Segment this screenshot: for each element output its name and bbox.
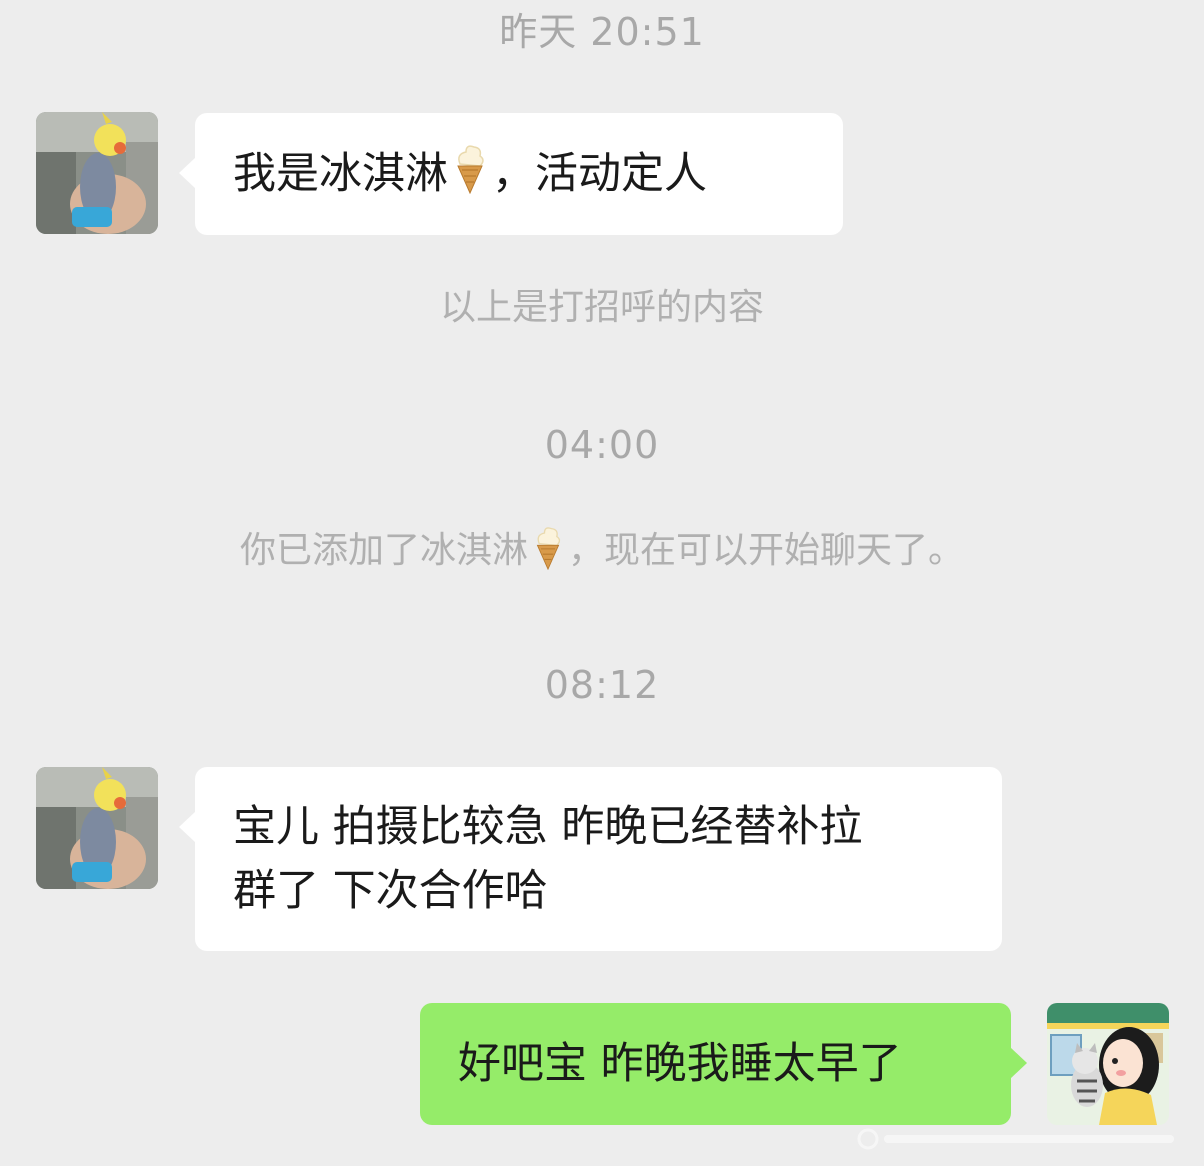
- bird-photo-icon: [36, 112, 158, 234]
- chat-view: 昨天 20:51 我是冰淇淋 ，活动定人 以上是打招呼的内容 04:00 你已添…: [0, 0, 1204, 1166]
- contact-avatar[interactable]: [36, 112, 158, 234]
- system-note-text: 你已添加了冰淇淋: [239, 530, 528, 571]
- message-text: 我是冰淇淋: [233, 149, 448, 199]
- message-line: 宝儿 拍摄比较急 昨晚已经替补拉: [233, 802, 863, 852]
- self-avatar[interactable]: [1047, 1003, 1169, 1125]
- ice-cream-cone-icon: [452, 144, 488, 212]
- cartoon-girl-with-cat-icon: [1047, 1003, 1169, 1125]
- friend-added-system-note: 你已添加了冰淇淋 ，现在可以开始聊天了。: [0, 526, 1204, 581]
- timestamp: 昨天 20:51: [499, 10, 705, 54]
- incoming-message-bubble[interactable]: 我是冰淇淋 ，活动定人: [179, 113, 843, 235]
- watermark-logo-icon: [857, 1128, 1174, 1150]
- timestamp: 08:12: [544, 663, 660, 707]
- outgoing-message-bubble[interactable]: 好吧宝 昨晚我睡太早了: [420, 1003, 1027, 1125]
- greeting-system-note: 以上是打招呼的内容: [439, 287, 764, 328]
- contact-avatar[interactable]: [36, 767, 158, 889]
- timestamp: 04:00: [544, 423, 660, 467]
- message-text: ，活动定人: [492, 149, 707, 199]
- system-note-text: ，现在可以开始聊天了。: [568, 530, 965, 571]
- incoming-message-bubble[interactable]: 宝儿 拍摄比较急 昨晚已经替补拉 群了 下次合作哈: [179, 767, 1002, 951]
- message-line: 群了 下次合作哈: [233, 866, 548, 916]
- bird-photo-icon: [36, 767, 158, 889]
- message-text: 好吧宝 昨晚我睡太早了: [458, 1039, 902, 1089]
- ice-cream-cone-icon: [532, 526, 564, 581]
